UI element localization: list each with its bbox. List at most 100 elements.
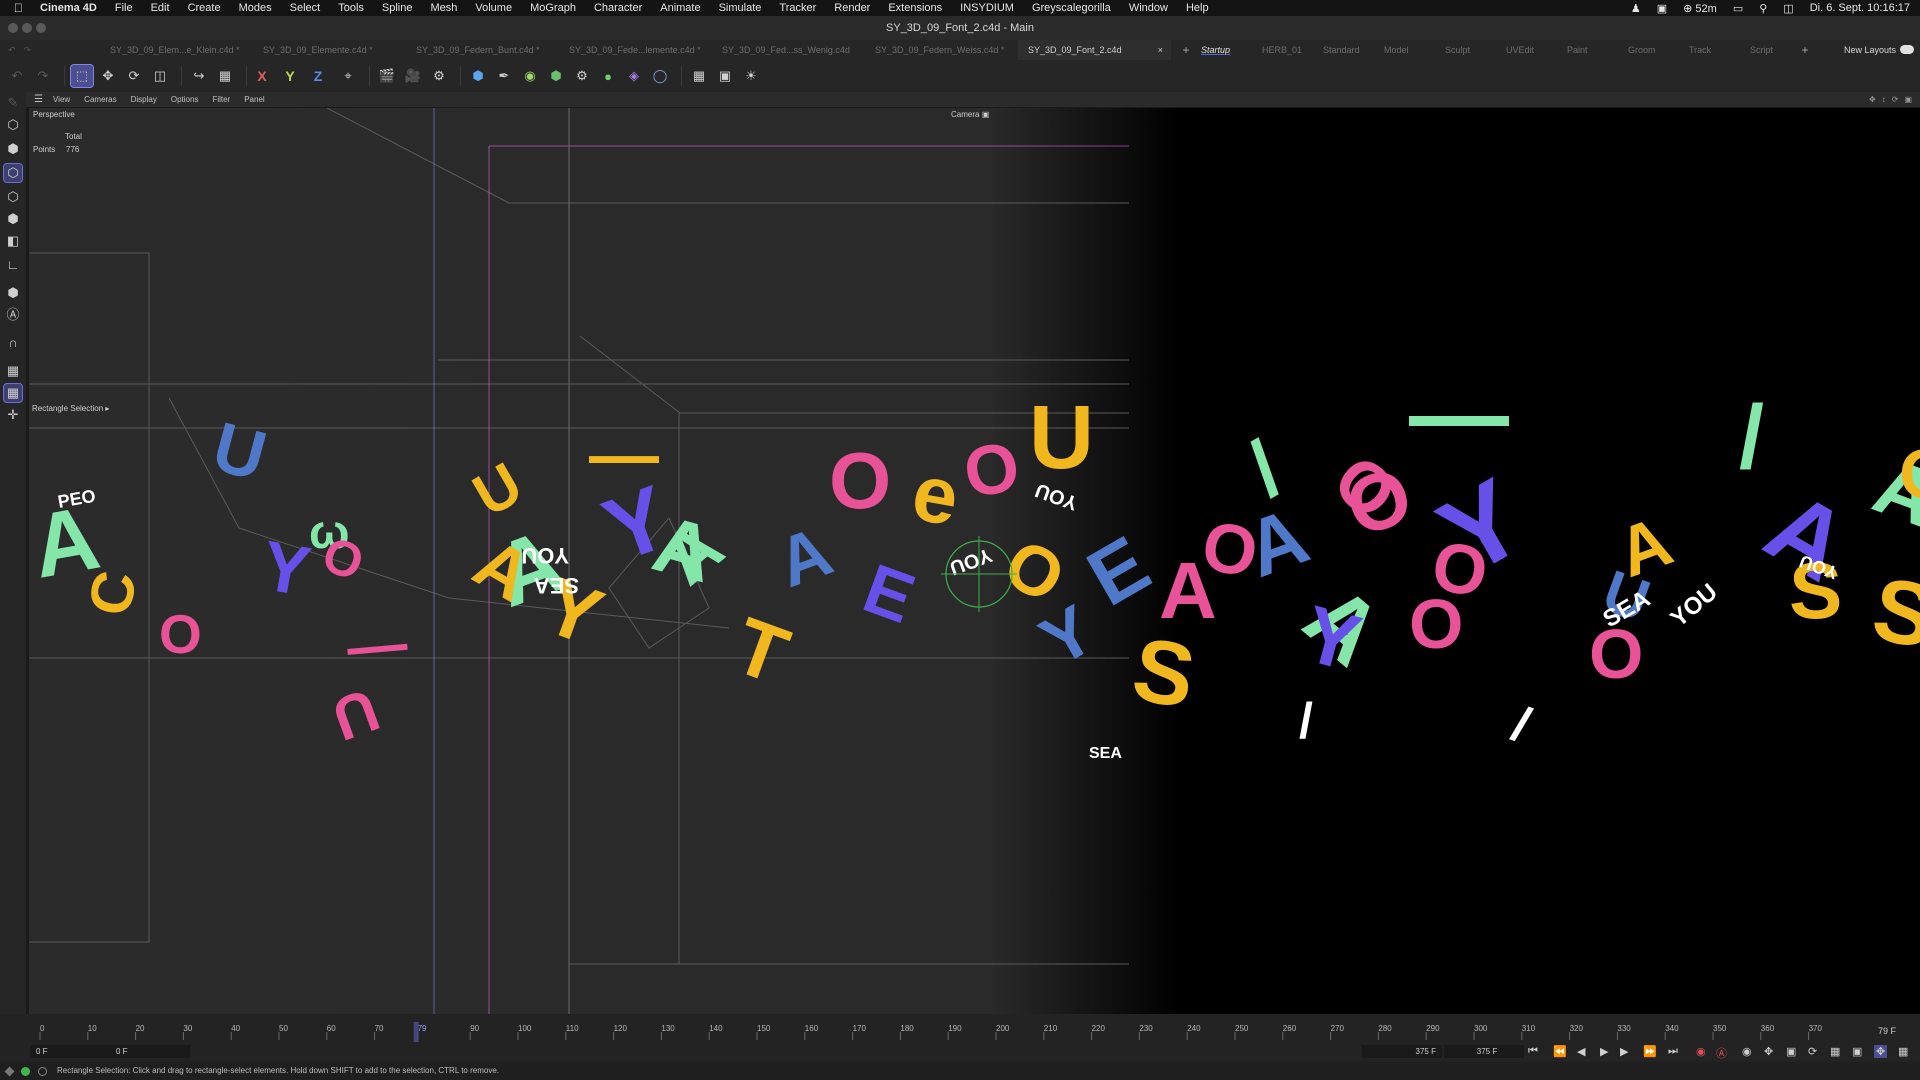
redo-icon[interactable]: ↷: [32, 65, 54, 87]
menu-render[interactable]: Render: [834, 2, 870, 14]
menu-character[interactable]: Character: [594, 2, 642, 14]
axis-lock-icon[interactable]: ✛: [4, 406, 22, 424]
scale-tool-icon[interactable]: ◫: [149, 65, 171, 87]
field-icon[interactable]: ◈: [623, 65, 645, 87]
record-icon[interactable]: ◉: [1696, 1045, 1706, 1058]
preview-start-field[interactable]: 0 F: [110, 1045, 190, 1058]
orbit-icon[interactable]: ⟳: [1892, 95, 1899, 104]
layout-startup[interactable]: Startup: [1201, 45, 1262, 55]
axis-y-toggle[interactable]: Y: [281, 68, 299, 84]
control-center-icon[interactable]: ◫: [1783, 2, 1793, 15]
edges-mode-icon[interactable]: ⬡: [4, 188, 22, 206]
mograph-cloner-icon[interactable]: ●: [597, 65, 619, 87]
camera-icon[interactable]: ▣: [714, 65, 736, 87]
uv-mode-icon[interactable]: ◧: [4, 232, 22, 250]
coordinate-system-icon[interactable]: ⌖: [337, 65, 359, 87]
menu-mograph[interactable]: MoGraph: [530, 2, 576, 14]
goto-start-icon[interactable]: ⏮: [1528, 1045, 1538, 1058]
tab-back-icon[interactable]: ↶: [8, 45, 16, 56]
zoom-window-button[interactable]: [36, 23, 46, 33]
add-layout-button[interactable]: +: [1790, 43, 1820, 57]
undo-icon[interactable]: ↶: [6, 65, 28, 87]
menu-file[interactable]: File: [115, 2, 133, 14]
user-icon[interactable]: ♟: [1631, 2, 1641, 15]
notes-icon[interactable]: ▣: [1657, 2, 1667, 15]
tab-file-1[interactable]: SY_3D_09_Elem...e_Klein.c4d *: [100, 45, 253, 55]
apple-icon[interactable]: : [14, 1, 28, 15]
timeline-playhead[interactable]: [413, 1022, 419, 1042]
goto-end-icon[interactable]: ⏭: [1668, 1045, 1678, 1058]
texture-mode-icon[interactable]: ⬢: [4, 140, 22, 158]
tab-file-4[interactable]: SY_3D_09_Fede...lemente.c4d *: [559, 45, 712, 55]
display-icon[interactable]: ▭: [1733, 2, 1743, 15]
layout-track[interactable]: Track: [1689, 45, 1750, 55]
cube-object-icon[interactable]: ⬢: [467, 65, 489, 87]
tab-forward-icon[interactable]: ↷: [24, 45, 32, 56]
points-mode-icon[interactable]: ⬡: [3, 163, 23, 183]
prev-frame-icon[interactable]: ◀: [1577, 1045, 1585, 1058]
tab-file-5[interactable]: SY_3D_09_Fed...ss_Wenig.c4d: [712, 45, 865, 55]
menu-app-name[interactable]: Cinema 4D: [40, 2, 97, 14]
new-layouts-label[interactable]: New Layouts: [1844, 45, 1896, 55]
menu-tools[interactable]: Tools: [338, 2, 364, 14]
solo-icon[interactable]: ⬢: [4, 284, 22, 302]
move-tool-icon[interactable]: ✥: [97, 65, 119, 87]
menu-animate[interactable]: Animate: [660, 2, 700, 14]
render-view-icon[interactable]: 🎬: [376, 65, 398, 87]
menu-mesh[interactable]: Mesh: [430, 2, 457, 14]
workplane-icon[interactable]: Ⓐ: [4, 306, 22, 324]
menu-extensions[interactable]: Extensions: [888, 2, 942, 14]
preview-end-field[interactable]: 375 F: [1444, 1045, 1524, 1058]
search-icon[interactable]: ⚲: [1759, 2, 1767, 15]
layout-sculpt[interactable]: Sculpt: [1445, 45, 1506, 55]
rotation-key-icon[interactable]: ⟳: [1808, 1045, 1817, 1058]
viewport-menu-cameras[interactable]: Cameras: [84, 95, 116, 104]
render-settings-icon[interactable]: ⚙: [428, 65, 450, 87]
deformer-icon[interactable]: ⚙: [571, 65, 593, 87]
tab-file-6[interactable]: SY_3D_09_Federn_Weiss.c4d *: [865, 45, 1018, 55]
grid-snap-icon[interactable]: ▦: [4, 362, 22, 380]
model-mode-icon[interactable]: ⬡: [4, 116, 22, 134]
menu-tracker[interactable]: Tracker: [779, 2, 816, 14]
battery-status[interactable]: ⊕ 52m: [1683, 2, 1717, 15]
layout-herb[interactable]: HERB_01: [1262, 45, 1323, 55]
snap-magnet-icon[interactable]: ∩: [4, 334, 22, 352]
layout-groom[interactable]: Groom: [1628, 45, 1689, 55]
minimize-window-button[interactable]: [22, 23, 32, 33]
layout-uvedit[interactable]: UVEdit: [1506, 45, 1567, 55]
parameter-key-icon[interactable]: ▦: [1830, 1045, 1840, 1058]
viewport-menu-display[interactable]: Display: [131, 95, 157, 104]
extrude-icon[interactable]: ⬢: [545, 65, 567, 87]
select-group-icon[interactable]: ▦: [214, 65, 236, 87]
end-frame-field[interactable]: 375 F: [1362, 1045, 1442, 1058]
viewport-hamburger-icon[interactable]: ☰: [34, 94, 43, 105]
transform-icon[interactable]: ↪: [188, 65, 210, 87]
scale-key-icon[interactable]: ▣: [1786, 1045, 1796, 1058]
tab-file-3[interactable]: SY_3D_09_Federn_Bunt.c4d *: [406, 45, 559, 55]
prev-keyframe-icon[interactable]: ⏪: [1553, 1045, 1567, 1058]
viewport-menu-view[interactable]: View: [53, 95, 70, 104]
layout-paint[interactable]: Paint: [1567, 45, 1628, 55]
keyframe-selection-icon[interactable]: ◉: [1742, 1045, 1752, 1058]
dopesheet-icon[interactable]: ▦: [1898, 1045, 1908, 1058]
menu-volume[interactable]: Volume: [475, 2, 512, 14]
layout-model[interactable]: Model: [1384, 45, 1445, 55]
dolly-icon[interactable]: ↕: [1882, 95, 1886, 104]
position-key-icon[interactable]: ✥: [1764, 1045, 1773, 1058]
current-frame-display[interactable]: 79 F: [1878, 1026, 1896, 1036]
play-icon[interactable]: ▶: [1600, 1045, 1608, 1058]
menu-select[interactable]: Select: [290, 2, 321, 14]
pen-icon[interactable]: ✎: [4, 94, 22, 112]
menu-edit[interactable]: Edit: [151, 2, 170, 14]
menu-spline[interactable]: Spline: [382, 2, 413, 14]
axis-mode-icon[interactable]: ∟: [4, 256, 22, 274]
next-keyframe-icon[interactable]: ⏩: [1643, 1045, 1657, 1058]
rotate-tool-icon[interactable]: ⟳: [123, 65, 145, 87]
viewport-menu-filter[interactable]: Filter: [212, 95, 230, 104]
camera-link-icon[interactable]: ▣: [982, 110, 990, 119]
tab-file-2[interactable]: SY_3D_09_Elemente.c4d *: [253, 45, 406, 55]
workplane-snap-icon[interactable]: ▦: [3, 383, 23, 403]
menu-create[interactable]: Create: [188, 2, 221, 14]
next-frame-icon[interactable]: ▶: [1620, 1045, 1628, 1058]
3d-viewport[interactable]: A U C O Yω U O — A A U Y Y A A — T Oe O U A E O Y S E A O A O Y O A — O Y O O…: [29, 108, 1920, 1014]
